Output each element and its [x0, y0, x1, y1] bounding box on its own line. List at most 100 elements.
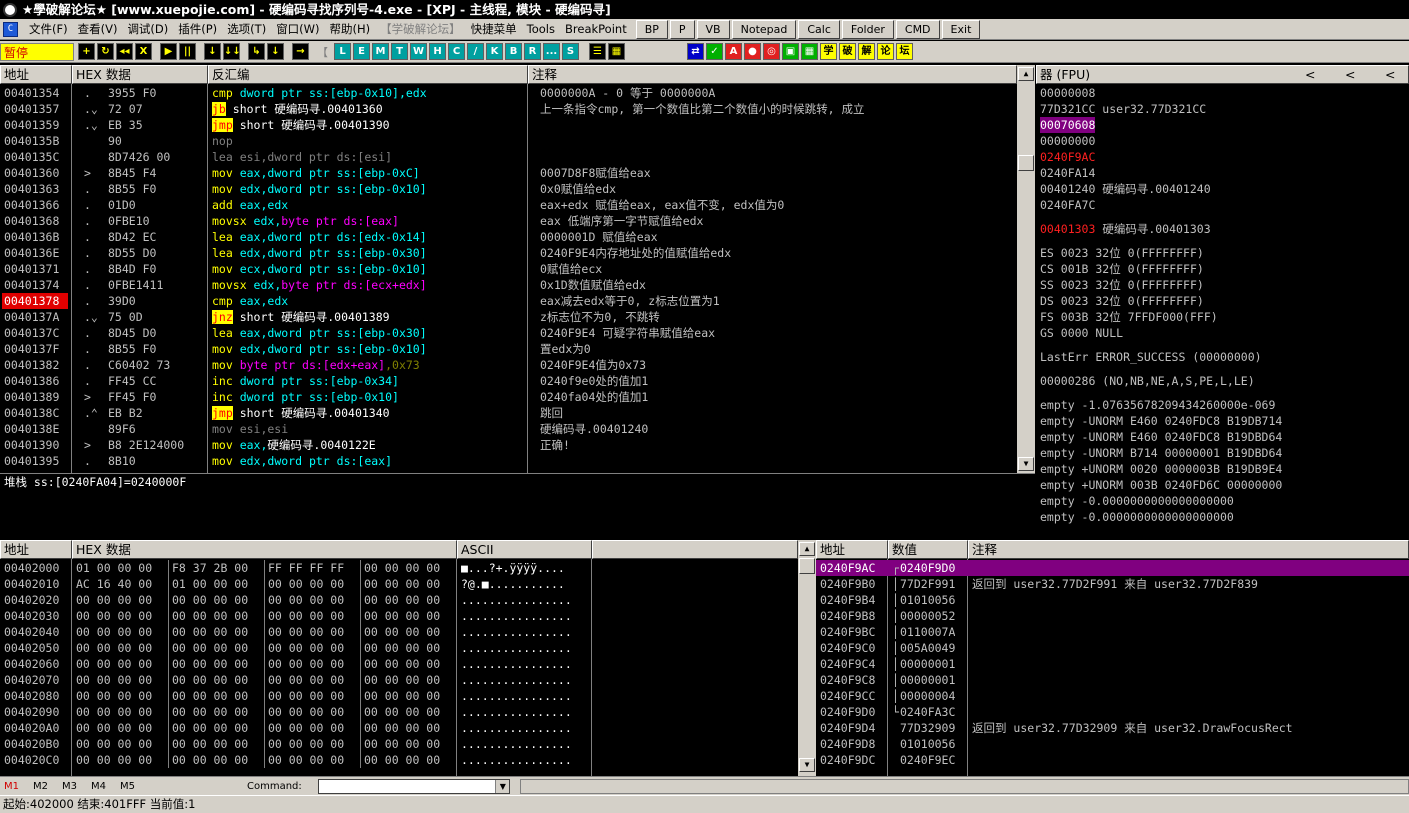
stack-value[interactable]: 0240FA3C	[900, 704, 955, 720]
dump-ascii[interactable]: ................	[461, 704, 572, 720]
dump-ascii[interactable]: ................	[461, 720, 572, 736]
stack-comment[interactable]	[972, 672, 1402, 688]
dump-hex-group[interactable]: 00 00 00 00	[76, 736, 152, 752]
debug-button-0-icon[interactable]: +	[78, 43, 95, 60]
dump-ascii[interactable]: ................	[461, 688, 572, 704]
disasm-address[interactable]: 00401363	[4, 181, 70, 197]
disasm-hex[interactable]: 8B4D F0	[108, 261, 156, 277]
menu-button-p[interactable]: P	[669, 19, 695, 39]
register-line[interactable]: 0240FA14	[1040, 165, 1095, 181]
plugin-button-0-icon[interactable]: ⇄	[687, 43, 704, 60]
plugin-button-11-icon[interactable]: 坛	[896, 43, 913, 60]
stack-comment[interactable]	[972, 640, 1402, 656]
plugin-button-1-icon[interactable]: ✓	[706, 43, 723, 60]
disasm-comment[interactable]: 0240F9E4内存地址处的值赋值给edx	[540, 245, 1012, 261]
dump-hex-group[interactable]: AC 16 40 00	[76, 576, 152, 592]
window-button-9[interactable]: B	[505, 43, 522, 60]
disasm-instruction[interactable]: inc dword ptr ss:[ebp-0x34]	[212, 373, 524, 389]
dump-hex-group[interactable]: 00 00 00 00	[268, 688, 344, 704]
dump-hex-group[interactable]: 00 00 00 00	[364, 592, 440, 608]
register-line[interactable]: 00000000	[1040, 133, 1095, 149]
dump-hex-group[interactable]: 00 00 00 00	[268, 592, 344, 608]
stack-value[interactable]: 0240F9EC	[900, 752, 955, 768]
stack-address[interactable]: 0240F9AC	[820, 560, 875, 576]
stack-comment[interactable]	[972, 752, 1402, 768]
cpu-scrollbar[interactable]: ▲ ▼	[1017, 65, 1035, 473]
disasm-comment[interactable]: 0赋值给ecx	[540, 261, 1012, 277]
register-line[interactable]: empty +UNORM 003B 0240FD6C 00000000	[1040, 477, 1282, 493]
dump-scroll-down-icon[interactable]: ▼	[799, 758, 815, 772]
debug-button-2-icon[interactable]: ◂◂	[116, 43, 133, 60]
disasm-instruction[interactable]: cmp eax,edx	[212, 293, 524, 309]
stack-address[interactable]: 0240F9D0	[820, 704, 875, 720]
col-header-address[interactable]: 地址	[0, 65, 72, 84]
dump-hex-group[interactable]: 00 00 00 00	[364, 688, 440, 704]
disasm-comment[interactable]: 上一条指令cmp, 第一个数值比第二个数值小的时候跳转, 成立	[540, 101, 1012, 117]
col-header-hex[interactable]: HEX 数据	[72, 65, 208, 84]
disasm-instruction[interactable]: lea edx,dword ptr ss:[ebp-0x30]	[212, 245, 524, 261]
stack-address[interactable]: 0240F9D8	[820, 736, 875, 752]
dump-hex-group[interactable]: 00 00 00 00	[364, 736, 440, 752]
dump-hex-group[interactable]: 00 00 00 00	[364, 640, 440, 656]
disasm-address[interactable]: 0040137F	[4, 341, 70, 357]
dump-address[interactable]: 00402080	[4, 688, 59, 704]
dump-hex-group[interactable]: 00 00 00 00	[268, 608, 344, 624]
dump-ascii[interactable]: ................	[461, 656, 572, 672]
register-line[interactable]: 0240F9AC	[1040, 149, 1095, 165]
disasm-hex[interactable]: 8D42 EC	[108, 229, 156, 245]
dump-hex-group[interactable]: 01 00 00 00	[76, 560, 152, 576]
dump-hex-group[interactable]: 00 00 00 00	[268, 624, 344, 640]
disasm-hex[interactable]: 8B10	[108, 453, 136, 469]
dump-hex-group[interactable]: 00 00 00 00	[268, 720, 344, 736]
register-line[interactable]: empty -0.0000000000000000000	[1040, 509, 1234, 525]
disasm-comment[interactable]: 0000000A - 0 等于 0000000A	[540, 85, 1012, 101]
disasm-hex[interactable]: 3955 F0	[108, 85, 156, 101]
dump-hex-group[interactable]: 00 00 00 00	[76, 624, 152, 640]
menu-button-folder[interactable]: Folder	[841, 19, 894, 39]
grid-button-1-icon[interactable]: ▦	[608, 43, 625, 60]
register-line[interactable]: 00070608	[1040, 117, 1096, 133]
dump-address[interactable]: 004020C0	[4, 752, 59, 768]
disasm-comment[interactable]	[540, 133, 1012, 149]
dump-hex-group[interactable]: 00 00 00 00	[172, 704, 248, 720]
register-line[interactable]: FS 003B 32位 7FFDF000(FFF)	[1040, 309, 1218, 325]
window-button-11[interactable]: ...	[543, 43, 560, 60]
register-line[interactable]: ES 0023 32位 0(FFFFFFFF)	[1040, 245, 1204, 261]
menu-item-3[interactable]: 插件(P)	[173, 20, 222, 39]
dump-hex-group[interactable]: 00 00 00 00	[76, 720, 152, 736]
registers-panel[interactable]: 器 (FPU) < < < 00000008 77D321CC user32.77…	[1036, 65, 1409, 538]
disasm-address[interactable]: 00401357	[4, 101, 70, 117]
register-line[interactable]: GS 0000 NULL	[1040, 325, 1123, 341]
disasm-instruction[interactable]: movsx edx,byte ptr ds:[ecx+edx]	[212, 277, 524, 293]
cpu-disassembly-panel[interactable]: 地址 HEX 数据 反汇编 注释 00401354. 3955 F0 cmp dwo…	[0, 65, 1017, 473]
menu-extra-0[interactable]: 快捷菜单	[466, 20, 522, 39]
window-button-4[interactable]: W	[410, 43, 427, 60]
disasm-comment[interactable]	[540, 117, 1012, 133]
stack-comment[interactable]	[972, 656, 1402, 672]
stack-value[interactable]: 00000004	[900, 688, 955, 704]
dump-ascii[interactable]: ................	[461, 736, 572, 752]
dump-hex-group[interactable]: 00 00 00 00	[172, 640, 248, 656]
reg-arrow-2[interactable]: <	[1345, 66, 1355, 83]
disasm-instruction[interactable]: mov edx,dword ptr ss:[ebp-0x10]	[212, 341, 524, 357]
disasm-instruction[interactable]: mov eax,dword ptr ss:[ebp-0xC]	[212, 165, 524, 181]
register-line[interactable]: empty -UNORM B714 00000001 B19DBD64	[1040, 445, 1282, 461]
window-button-12[interactable]: S	[562, 43, 579, 60]
dump-ascii[interactable]: ................	[461, 672, 572, 688]
window-button-0[interactable]: L	[334, 43, 351, 60]
register-line[interactable]: 77D321CC user32.77D321CC	[1040, 101, 1206, 117]
memory-tab-m3[interactable]: M3	[62, 781, 77, 792]
disasm-address[interactable]: 00401368	[4, 213, 70, 229]
menu-button-cmd[interactable]: CMD	[895, 19, 940, 39]
scroll-down-icon[interactable]: ▼	[1018, 457, 1034, 471]
dump-hex-group[interactable]: 00 00 00 00	[268, 576, 344, 592]
plugin-button-5-icon[interactable]: ▣	[782, 43, 799, 60]
dump-scrollbar[interactable]: ▲ ▼	[798, 540, 816, 776]
stack-address[interactable]: 0240F9DC	[820, 752, 875, 768]
dump-header-ascii[interactable]: ASCII	[457, 540, 592, 559]
disasm-hex[interactable]: C60402 73	[108, 357, 170, 373]
disasm-instruction[interactable]: mov eax,硬编码寻.0040122E	[212, 437, 524, 453]
disasm-hex[interactable]: B8 2E124000	[108, 437, 184, 453]
stack-comment[interactable]	[972, 560, 1402, 576]
disasm-address[interactable]: 0040136B	[4, 229, 70, 245]
